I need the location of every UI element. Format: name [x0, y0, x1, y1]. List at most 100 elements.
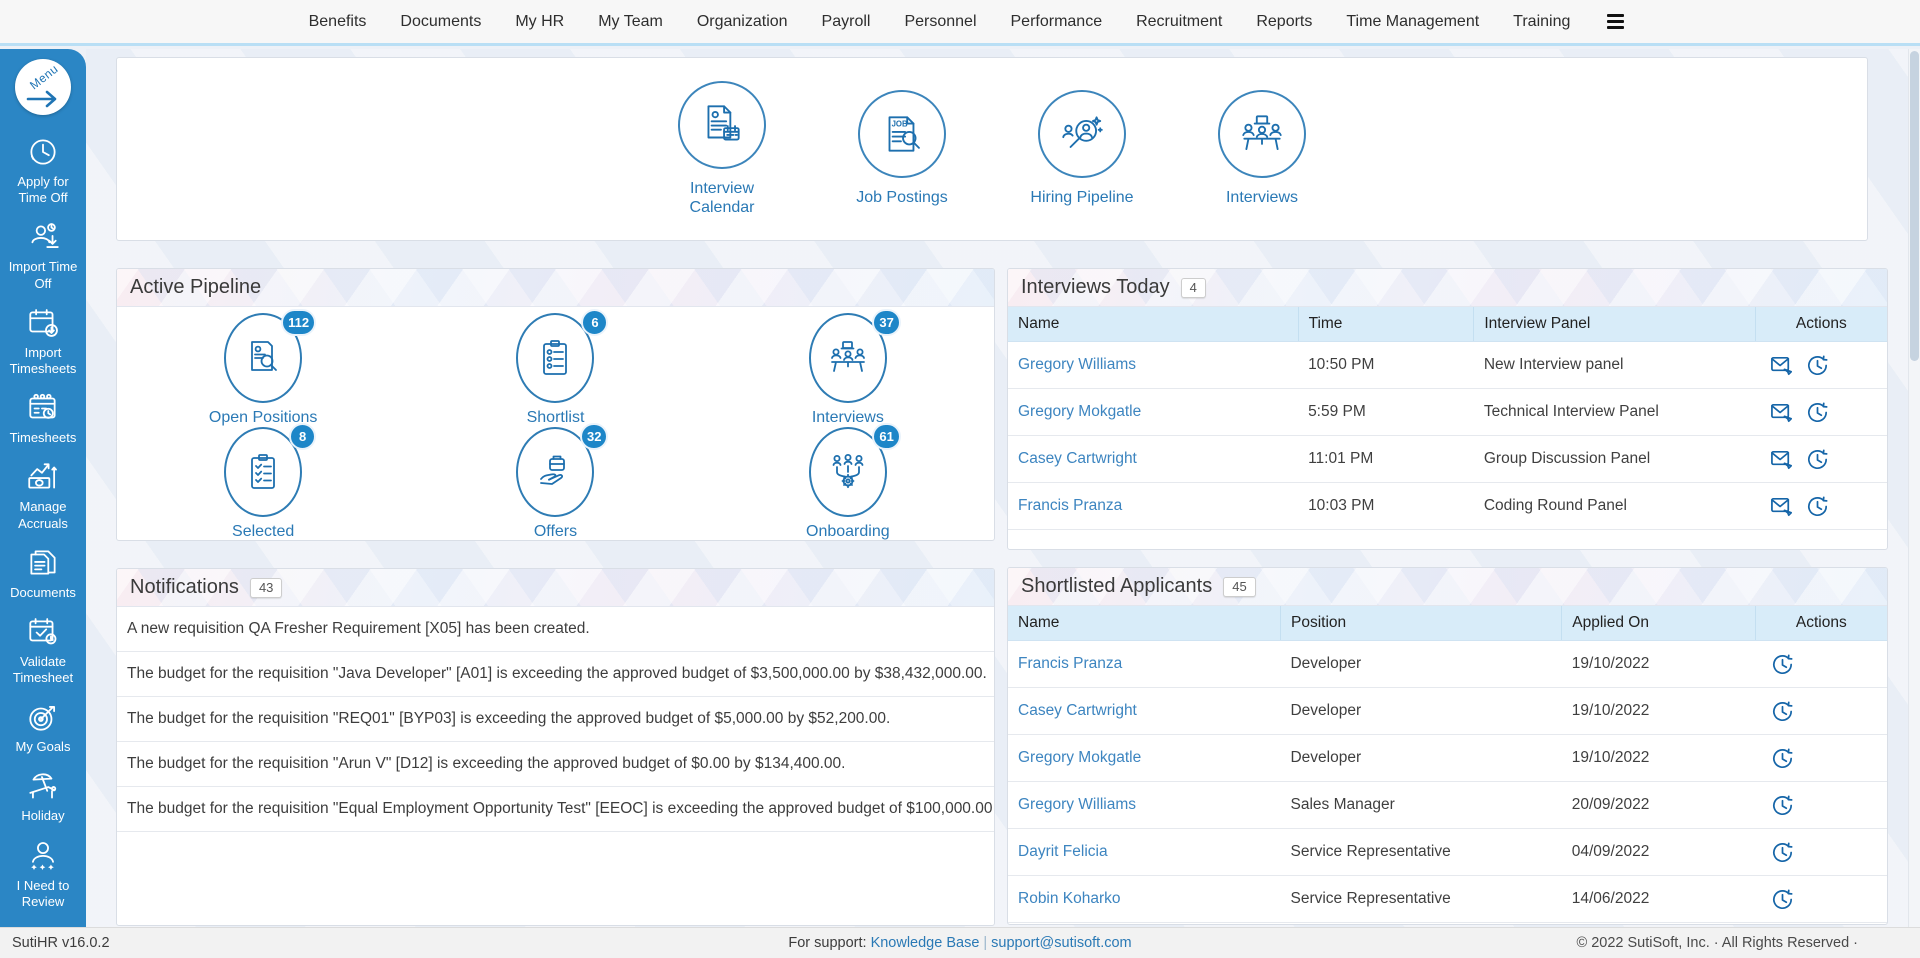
applicant-applied-on: 19/10/2022: [1562, 735, 1755, 782]
sidebar-item-apply-for-time-off[interactable]: Apply for Time Off: [0, 134, 86, 207]
hamburger-menu-icon[interactable]: [1603, 10, 1628, 33]
sidebar-item-i-need-to-review[interactable]: I Need to Review: [0, 838, 86, 911]
notification-item[interactable]: The budget for the requisition "Java Dev…: [117, 652, 994, 697]
history-clock-icon[interactable]: [1770, 793, 1795, 818]
documents-icon: [25, 545, 61, 581]
applicant-name-link[interactable]: Casey Cartwright: [1008, 688, 1280, 735]
history-clock-icon[interactable]: [1770, 840, 1795, 865]
nav-item-reports[interactable]: Reports: [1239, 13, 1329, 31]
interviewee-name-link[interactable]: Casey Cartwright: [1008, 436, 1298, 483]
quick-action-interviews[interactable]: Interviews: [1203, 90, 1321, 207]
applicant-row: Casey Cartwright Developer 19/10/2022: [1008, 688, 1887, 735]
history-clock-icon[interactable]: [1770, 699, 1795, 724]
calendar-import-icon: [25, 305, 61, 341]
nav-item-benefits[interactable]: Benefits: [292, 13, 384, 31]
nav-item-my-team[interactable]: My Team: [581, 13, 680, 31]
send-email-icon[interactable]: [1770, 353, 1795, 378]
count-badge: 32: [580, 423, 608, 450]
send-email-icon[interactable]: [1770, 494, 1795, 519]
sidebar-item-documents[interactable]: Documents: [0, 545, 86, 601]
history-clock-icon[interactable]: [1770, 887, 1795, 912]
quick-action-interview-calendar[interactable]: Interview Calendar: [663, 81, 781, 217]
history-clock-icon[interactable]: [1805, 353, 1830, 378]
nav-item-performance[interactable]: Performance: [994, 13, 1120, 31]
support-email-link[interactable]: support@sutisoft.com: [991, 935, 1131, 951]
nav-item-payroll[interactable]: Payroll: [805, 13, 888, 31]
column-header-position: Position: [1280, 606, 1561, 641]
notification-item[interactable]: The budget for the requisition "REQ01" […: [117, 697, 994, 742]
notifications-panel: Notifications 43 A new requisition QA Fr…: [116, 568, 995, 926]
interviewee-name-link[interactable]: Francis Pranza: [1008, 483, 1298, 530]
column-header-actions: Actions: [1755, 307, 1887, 342]
interviewee-name-link[interactable]: Gregory Williams: [1008, 342, 1298, 389]
sidebar-item-holiday[interactable]: Holiday: [0, 768, 86, 824]
nav-item-time-management[interactable]: Time Management: [1329, 13, 1496, 31]
applicant-name-link[interactable]: Dayrit Felicia: [1008, 829, 1280, 876]
applicant-name-link[interactable]: Gregory Williams: [1008, 782, 1280, 829]
nav-item-my-hr[interactable]: My HR: [498, 13, 581, 31]
pipeline-label: Shortlist: [527, 409, 585, 427]
timesheet-calendar-icon: [25, 390, 61, 426]
pipeline-shortlist[interactable]: 6 Shortlist: [409, 313, 701, 427]
nav-item-training[interactable]: Training: [1496, 13, 1587, 31]
interview-row: Francis Pranza 10:03 PM Coding Round Pan…: [1008, 483, 1887, 530]
knowledge-base-link[interactable]: Knowledge Base: [871, 935, 980, 951]
nav-item-documents[interactable]: Documents: [383, 13, 498, 31]
nav-item-personnel[interactable]: Personnel: [887, 13, 993, 31]
pipeline-label: Selected: [232, 523, 294, 541]
beach-icon: [25, 768, 61, 804]
pipeline-interviews[interactable]: 37 Interviews: [702, 313, 994, 427]
quick-actions-card: Interview Calendar JOB Job Postings: [116, 57, 1868, 241]
interview-time: 10:50 PM: [1298, 342, 1474, 389]
sidebar-menu-button[interactable]: Menu: [15, 59, 71, 115]
pipeline-open-positions[interactable]: 112 Open Positions: [117, 313, 409, 427]
notification-item[interactable]: The budget for the requisition "Arun V" …: [117, 742, 994, 787]
quick-action-job-postings[interactable]: JOB Job Postings: [843, 90, 961, 207]
history-clock-icon[interactable]: [1770, 746, 1795, 771]
shortlisted-applicants-panel: Shortlisted Applicants 45 Name Position …: [1007, 567, 1888, 925]
pipeline-selected[interactable]: 8 Selected: [117, 427, 409, 541]
sidebar-item-validate-timesheet[interactable]: Validate Timesheet: [0, 614, 86, 687]
applicant-name-link[interactable]: Francis Pranza: [1008, 641, 1280, 688]
nav-item-recruitment[interactable]: Recruitment: [1119, 13, 1239, 31]
sidebar-item-my-goals[interactable]: My Goals: [0, 699, 86, 755]
send-email-icon[interactable]: [1770, 400, 1795, 425]
applicant-name-link[interactable]: Gregory Mokgatle: [1008, 735, 1280, 782]
notification-item[interactable]: The budget for the requisition "Equal Em…: [117, 787, 994, 832]
interview-time: 11:01 PM: [1298, 436, 1474, 483]
sidebar-item-import-time-off[interactable]: Import Time Off: [0, 219, 86, 292]
quick-action-label: Job Postings: [856, 188, 948, 207]
interviews-count-badge: 4: [1181, 278, 1206, 298]
notifications-header: Notifications 43: [117, 569, 994, 607]
history-clock-icon[interactable]: [1770, 652, 1795, 677]
notification-item[interactable]: A new requisition QA Fresher Requirement…: [117, 607, 994, 652]
quick-action-hiring-pipeline[interactable]: Hiring Pipeline: [1023, 90, 1141, 207]
history-clock-icon[interactable]: [1805, 400, 1830, 425]
interviewee-name-link[interactable]: Gregory Mokgatle: [1008, 389, 1298, 436]
pipeline-offers[interactable]: 32 Offers: [409, 427, 701, 541]
count-badge: 37: [872, 309, 900, 336]
applicant-position: Service Representative: [1280, 829, 1561, 876]
vertical-scrollbar[interactable]: [1908, 49, 1920, 927]
column-header-time: Time: [1298, 307, 1474, 342]
interviews-today-header: Interviews Today 4: [1008, 269, 1887, 307]
applicant-applied-on: 19/10/2022: [1562, 688, 1755, 735]
applicant-name-link[interactable]: Robin Koharko: [1008, 876, 1280, 923]
send-email-icon[interactable]: [1770, 447, 1795, 472]
sidebar-item-import-timesheets[interactable]: Import Timesheets: [0, 305, 86, 378]
sidebar-item-timesheets[interactable]: Timesheets: [0, 390, 86, 446]
pipeline-onboarding[interactable]: 61 Onboarding: [702, 427, 994, 541]
scrollbar-thumb[interactable]: [1910, 51, 1919, 361]
interview-panel: Coding Round Panel: [1474, 483, 1755, 530]
nav-item-organization[interactable]: Organization: [680, 13, 805, 31]
history-clock-icon[interactable]: [1805, 494, 1830, 519]
sidebar-item-manage-accruals[interactable]: Manage Accruals: [0, 459, 86, 532]
support-prefix: For support:: [788, 935, 866, 951]
job-postings-icon: JOB: [877, 109, 927, 159]
interview-panel: Group Discussion Panel: [1474, 436, 1755, 483]
arrow-right-icon: [24, 83, 62, 109]
sidebar-item-label: I Need to Review: [0, 878, 86, 911]
pipeline-label: Offers: [534, 523, 577, 541]
history-clock-icon[interactable]: [1805, 447, 1830, 472]
target-icon: [25, 699, 61, 735]
